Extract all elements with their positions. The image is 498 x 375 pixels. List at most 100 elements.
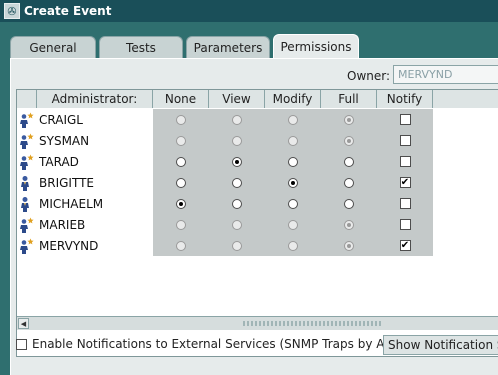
notify-cell — [377, 151, 433, 172]
permission-radio-full — [344, 240, 354, 251]
admin-star-icon — [17, 235, 37, 256]
app-icon: ✇ — [4, 3, 20, 19]
permission-radio-modify[interactable] — [288, 156, 298, 167]
notify-checkbox[interactable]: ✔ — [399, 177, 411, 188]
user-icon — [17, 193, 37, 214]
administrator-name: BRIGITTE — [39, 175, 94, 190]
permissions-panel: Owner: MERVYND ▼ Administrator: None Vie… — [10, 58, 498, 375]
administrator-name: SYSMAN — [39, 133, 90, 148]
notify-checkbox[interactable] — [399, 219, 411, 230]
permission-cell-full — [321, 235, 377, 256]
header-none: None — [153, 90, 209, 108]
tab-permissions[interactable]: Permissions — [273, 34, 359, 58]
permission-cell-view — [209, 214, 265, 235]
permission-radio-view[interactable] — [232, 177, 242, 188]
permission-radio-view[interactable] — [232, 156, 242, 167]
user-icon — [17, 172, 37, 193]
permission-radio-none[interactable] — [176, 156, 186, 167]
tab-parameters[interactable]: Parameters — [186, 36, 270, 58]
permission-cell-full — [321, 214, 377, 235]
header-filler — [433, 90, 498, 108]
notify-checkbox[interactable] — [399, 135, 411, 146]
permission-radio-view — [232, 114, 242, 125]
permission-cell-view — [209, 151, 265, 172]
notify-checkbox[interactable] — [399, 114, 411, 125]
enable-notifications-label: Enable Notifications to External Service… — [32, 337, 417, 351]
tab-general[interactable]: General — [10, 36, 96, 58]
permission-cell-none — [153, 214, 209, 235]
permission-radio-full — [344, 219, 354, 230]
header-icon-col — [17, 90, 37, 108]
permission-cell-view — [209, 193, 265, 214]
notify-checkbox[interactable] — [399, 198, 411, 209]
grid-rows: CRAIGL SYSMAN TARAD BRIGITTE ✔ MICHAELM MARIEB… — [17, 109, 433, 256]
permission-cell-view — [209, 235, 265, 256]
permission-radio-full — [344, 114, 354, 125]
permissions-grid: Administrator: None View Modify Full Not… — [16, 89, 498, 357]
permission-cell-modify — [265, 193, 321, 214]
create-event-window: ✇ Create Event General Tests Parameters … — [0, 0, 498, 375]
admin-star-icon — [17, 151, 37, 172]
permission-radio-none — [176, 135, 186, 146]
permission-cell-modify — [265, 214, 321, 235]
permission-radio-modify — [288, 114, 298, 125]
header-administrator: Administrator: — [37, 90, 153, 108]
table-row: BRIGITTE ✔ — [17, 172, 433, 193]
permission-radio-modify — [288, 219, 298, 230]
title-bar[interactable]: ✇ Create Event — [0, 0, 498, 22]
permission-cell-full — [321, 151, 377, 172]
permission-radio-none — [176, 114, 186, 125]
owner-label: Owner: — [347, 69, 391, 83]
table-row: MARIEB — [17, 214, 433, 235]
notify-cell: ✔ — [377, 172, 433, 193]
permission-radio-none[interactable] — [176, 177, 186, 188]
table-row: SYSMAN — [17, 130, 433, 151]
permission-cell-none — [153, 151, 209, 172]
permission-cell-view — [209, 172, 265, 193]
scrollbar-grip[interactable] — [243, 321, 383, 326]
show-notification-services-button[interactable]: Show Notification Se — [383, 335, 498, 355]
permission-cell-modify — [265, 172, 321, 193]
permission-radio-none — [176, 240, 186, 251]
permission-radio-full[interactable] — [344, 198, 354, 209]
administrator-name: TARAD — [39, 154, 79, 169]
permission-cell-view — [209, 109, 265, 130]
administrator-name: MICHAELM — [39, 196, 104, 211]
enable-notifications-checkbox[interactable] — [16, 339, 27, 350]
table-row: CRAIGL — [17, 109, 433, 130]
permission-radio-modify[interactable] — [288, 198, 298, 209]
scroll-left-arrow-icon[interactable]: ◀ — [18, 318, 29, 329]
permission-cell-none — [153, 172, 209, 193]
permission-radio-none[interactable] — [176, 198, 186, 209]
permission-cell-modify — [265, 109, 321, 130]
admin-star-icon — [17, 109, 37, 130]
permission-cell-full — [321, 130, 377, 151]
owner-value: MERVYND — [398, 68, 453, 81]
permission-cell-modify — [265, 151, 321, 172]
administrator-name: MARIEB — [39, 217, 86, 232]
permission-radio-full[interactable] — [344, 177, 354, 188]
administrator-name: MERVYND — [39, 238, 99, 253]
header-modify: Modify — [265, 90, 321, 108]
permission-radio-modify — [288, 135, 298, 146]
permission-cell-none — [153, 109, 209, 130]
table-row: MICHAELM — [17, 193, 433, 214]
notify-checkbox[interactable]: ✔ — [399, 240, 411, 251]
header-notify: Notify — [377, 90, 433, 108]
owner-select[interactable]: MERVYND ▼ — [393, 65, 498, 84]
tab-strip: General Tests Parameters Permissions — [10, 34, 362, 58]
tab-tests[interactable]: Tests — [99, 36, 183, 58]
permission-cell-modify — [265, 130, 321, 151]
permission-radio-none — [176, 219, 186, 230]
notifications-row: Enable Notifications to External Service… — [16, 335, 498, 355]
permission-radio-view[interactable] — [232, 198, 242, 209]
window-title: Create Event — [24, 4, 112, 18]
notify-checkbox[interactable] — [399, 156, 411, 167]
horizontal-scrollbar[interactable]: ◀ — [17, 316, 498, 330]
permission-cell-full — [321, 109, 377, 130]
grid-header: Administrator: None View Modify Full Not… — [17, 90, 498, 108]
permission-radio-modify[interactable] — [288, 177, 298, 188]
dialog-client-area: General Tests Parameters Permissions Own… — [0, 22, 498, 375]
permission-cell-none — [153, 193, 209, 214]
permission-radio-full[interactable] — [344, 156, 354, 167]
